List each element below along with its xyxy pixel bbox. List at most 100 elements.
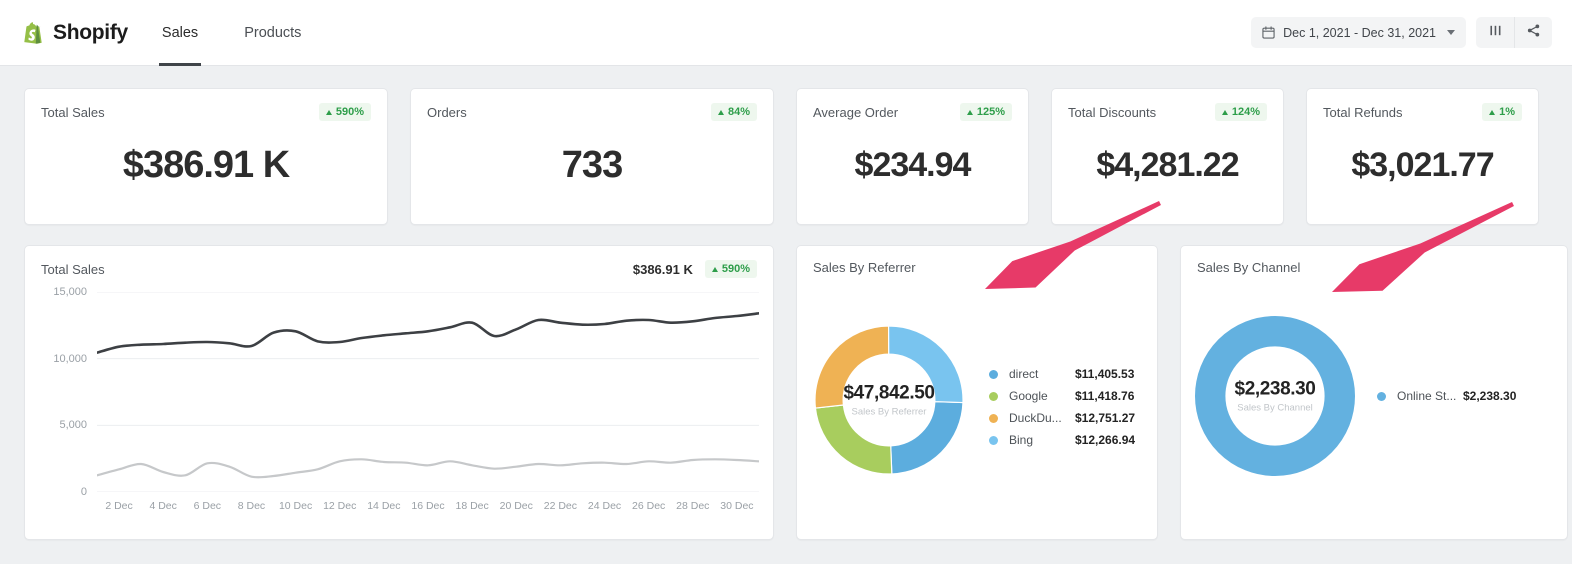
legend-item[interactable]: DuckDu...$12,751.27 (989, 407, 1155, 429)
chevron-down-icon (1447, 30, 1455, 35)
panel-delta: 590% (722, 263, 750, 275)
x-axis-labels: 2 Dec 4 Dec 6 Dec 8 Dec 10 Dec 12 Dec 14 Dec 16… (97, 500, 759, 520)
kpi-delta: 125% (977, 106, 1005, 118)
date-range-label: Dec 1, 2021 - Dec 31, 2021 (1283, 26, 1436, 40)
legend-item[interactable]: Google$11,418.76 (989, 385, 1155, 407)
kpi-header: Total Sales 590% (41, 103, 371, 121)
legend-label: DuckDu... (1009, 411, 1075, 425)
x-axis-tick-label: 24 Dec (588, 500, 621, 512)
legend-color-dot (989, 392, 998, 401)
kpi-header: Average Order 125% (813, 103, 1012, 121)
legend-value: $11,418.76 (1075, 389, 1155, 403)
y-axis-tick-label: 15,000 (53, 286, 87, 298)
shopify-bag-icon (22, 21, 44, 44)
kpi-delta: 590% (336, 106, 364, 118)
y-axis-tick-label: 10,000 (53, 353, 87, 365)
panel-title: Sales By Channel (1197, 260, 1300, 275)
brand-name: Shopify (53, 21, 128, 45)
legend-label: Google (1009, 389, 1075, 403)
calendar-icon (1262, 26, 1275, 39)
kpi-value: 733 (427, 121, 757, 224)
panel-sales-by-referrer: Sales By Referrer $47,842.50 Sales By Re… (796, 245, 1158, 540)
kpi-title: Total Discounts (1068, 105, 1156, 120)
legend-label: direct (1009, 367, 1075, 381)
x-axis-tick-label: 26 Dec (632, 500, 665, 512)
kpi-card-total-discounts[interactable]: Total Discounts 124% $4,281.22 (1051, 88, 1284, 225)
kpi-value: $3,021.77 (1323, 121, 1522, 224)
legend-item[interactable]: direct$11,405.53 (989, 363, 1155, 385)
line-series (97, 313, 759, 352)
legend-value: $2,238.30 (1463, 389, 1543, 403)
status-badge: 125% (960, 103, 1012, 121)
kpi-value: $4,281.22 (1068, 121, 1267, 224)
status-badge: 124% (1215, 103, 1267, 121)
status-badge: 1% (1482, 103, 1522, 121)
kpi-card-total-refunds[interactable]: Total Refunds 1% $3,021.77 (1306, 88, 1539, 225)
trend-up-icon (326, 110, 332, 115)
legend-item[interactable]: Online St...$2,238.30 (1377, 385, 1543, 407)
kpi-card-orders[interactable]: Orders 84% 733 (410, 88, 774, 225)
trend-up-icon (1489, 110, 1495, 115)
donut-segment[interactable] (815, 405, 891, 474)
kpi-value: $234.94 (813, 121, 1012, 224)
legend-item[interactable]: Bing$12,266.94 (989, 429, 1155, 451)
trend-up-icon (718, 110, 724, 115)
x-axis-tick-label: 14 Dec (367, 500, 400, 512)
panel-header: Sales By Referrer (813, 260, 1141, 275)
date-range-picker[interactable]: Dec 1, 2021 - Dec 31, 2021 (1251, 17, 1466, 48)
kpi-card-total-sales[interactable]: Total Sales 590% $386.91 K (24, 88, 388, 225)
kpi-delta: 84% (728, 106, 750, 118)
columns-icon (1488, 23, 1503, 43)
panel-total-value: $386.91 K (633, 262, 693, 277)
brand-logo[interactable]: Shopify (22, 21, 128, 45)
panel-total-sales-chart: Total Sales $386.91 K 590% 05,00010,0001… (24, 245, 774, 540)
x-axis-tick-label: 4 Dec (149, 500, 176, 512)
status-badge: 590% (705, 260, 757, 278)
panel-header-right: $386.91 K 590% (633, 260, 757, 278)
donut-segment[interactable] (889, 326, 963, 403)
top-navigation-bar: Shopify Sales Products Dec (0, 0, 1572, 66)
kpi-title: Average Order (813, 105, 898, 120)
x-axis-tick-label: 2 Dec (105, 500, 132, 512)
donut-segment[interactable] (1210, 331, 1340, 461)
x-axis-tick-label: 10 Dec (279, 500, 312, 512)
kpi-header: Total Discounts 124% (1068, 103, 1267, 121)
line-chart: 05,00010,00015,000 2 Dec4 Dec6 Dec8 Dec1… (41, 292, 759, 524)
line-series (97, 459, 759, 477)
kpi-card-average-order[interactable]: Average Order 125% $234.94 (796, 88, 1029, 225)
share-button[interactable] (1514, 17, 1552, 48)
main-nav: Sales Products (159, 0, 345, 66)
donut-segment[interactable] (815, 326, 889, 408)
x-axis-tick-label: 16 Dec (411, 500, 444, 512)
chart-plot-area[interactable] (97, 292, 759, 492)
channel-donut-chart[interactable]: $2,238.30 Sales By Channel (1195, 316, 1355, 476)
referrer-donut-chart[interactable]: $47,842.50 Sales By Referrer (815, 326, 963, 474)
trend-up-icon (712, 267, 718, 272)
legend-color-dot (989, 436, 998, 445)
tab-sales[interactable]: Sales (159, 0, 201, 66)
kpi-title: Total Refunds (1323, 105, 1403, 120)
kpi-delta: 1% (1499, 106, 1515, 118)
columns-button[interactable] (1476, 17, 1514, 48)
donut-segment[interactable] (891, 402, 963, 474)
kpi-delta: 124% (1232, 106, 1260, 118)
channel-legend: Online St...$2,238.30 (1377, 385, 1543, 407)
panel-title: Total Sales (41, 262, 105, 277)
x-axis-tick-label: 6 Dec (194, 500, 221, 512)
legend-value: $11,405.53 (1075, 367, 1155, 381)
kpi-value: $386.91 K (41, 121, 371, 224)
share-icon (1526, 23, 1541, 43)
trend-up-icon (967, 110, 973, 115)
panel-title: Sales By Referrer (813, 260, 916, 275)
x-axis-tick-label: 12 Dec (323, 500, 356, 512)
legend-value: $12,751.27 (1075, 411, 1155, 425)
x-axis-tick-label: 8 Dec (238, 500, 265, 512)
topbar-controls: Dec 1, 2021 - Dec 31, 2021 (1251, 17, 1552, 48)
x-axis-tick-label: 22 Dec (544, 500, 577, 512)
panel-header: Total Sales $386.91 K 590% (41, 260, 757, 278)
view-controls-group (1476, 17, 1552, 48)
panel-sales-by-channel: Sales By Channel $2,238.30 Sales By Chan… (1180, 245, 1568, 540)
legend-color-dot (989, 370, 998, 379)
legend-color-dot (989, 414, 998, 423)
tab-products[interactable]: Products (241, 0, 304, 66)
